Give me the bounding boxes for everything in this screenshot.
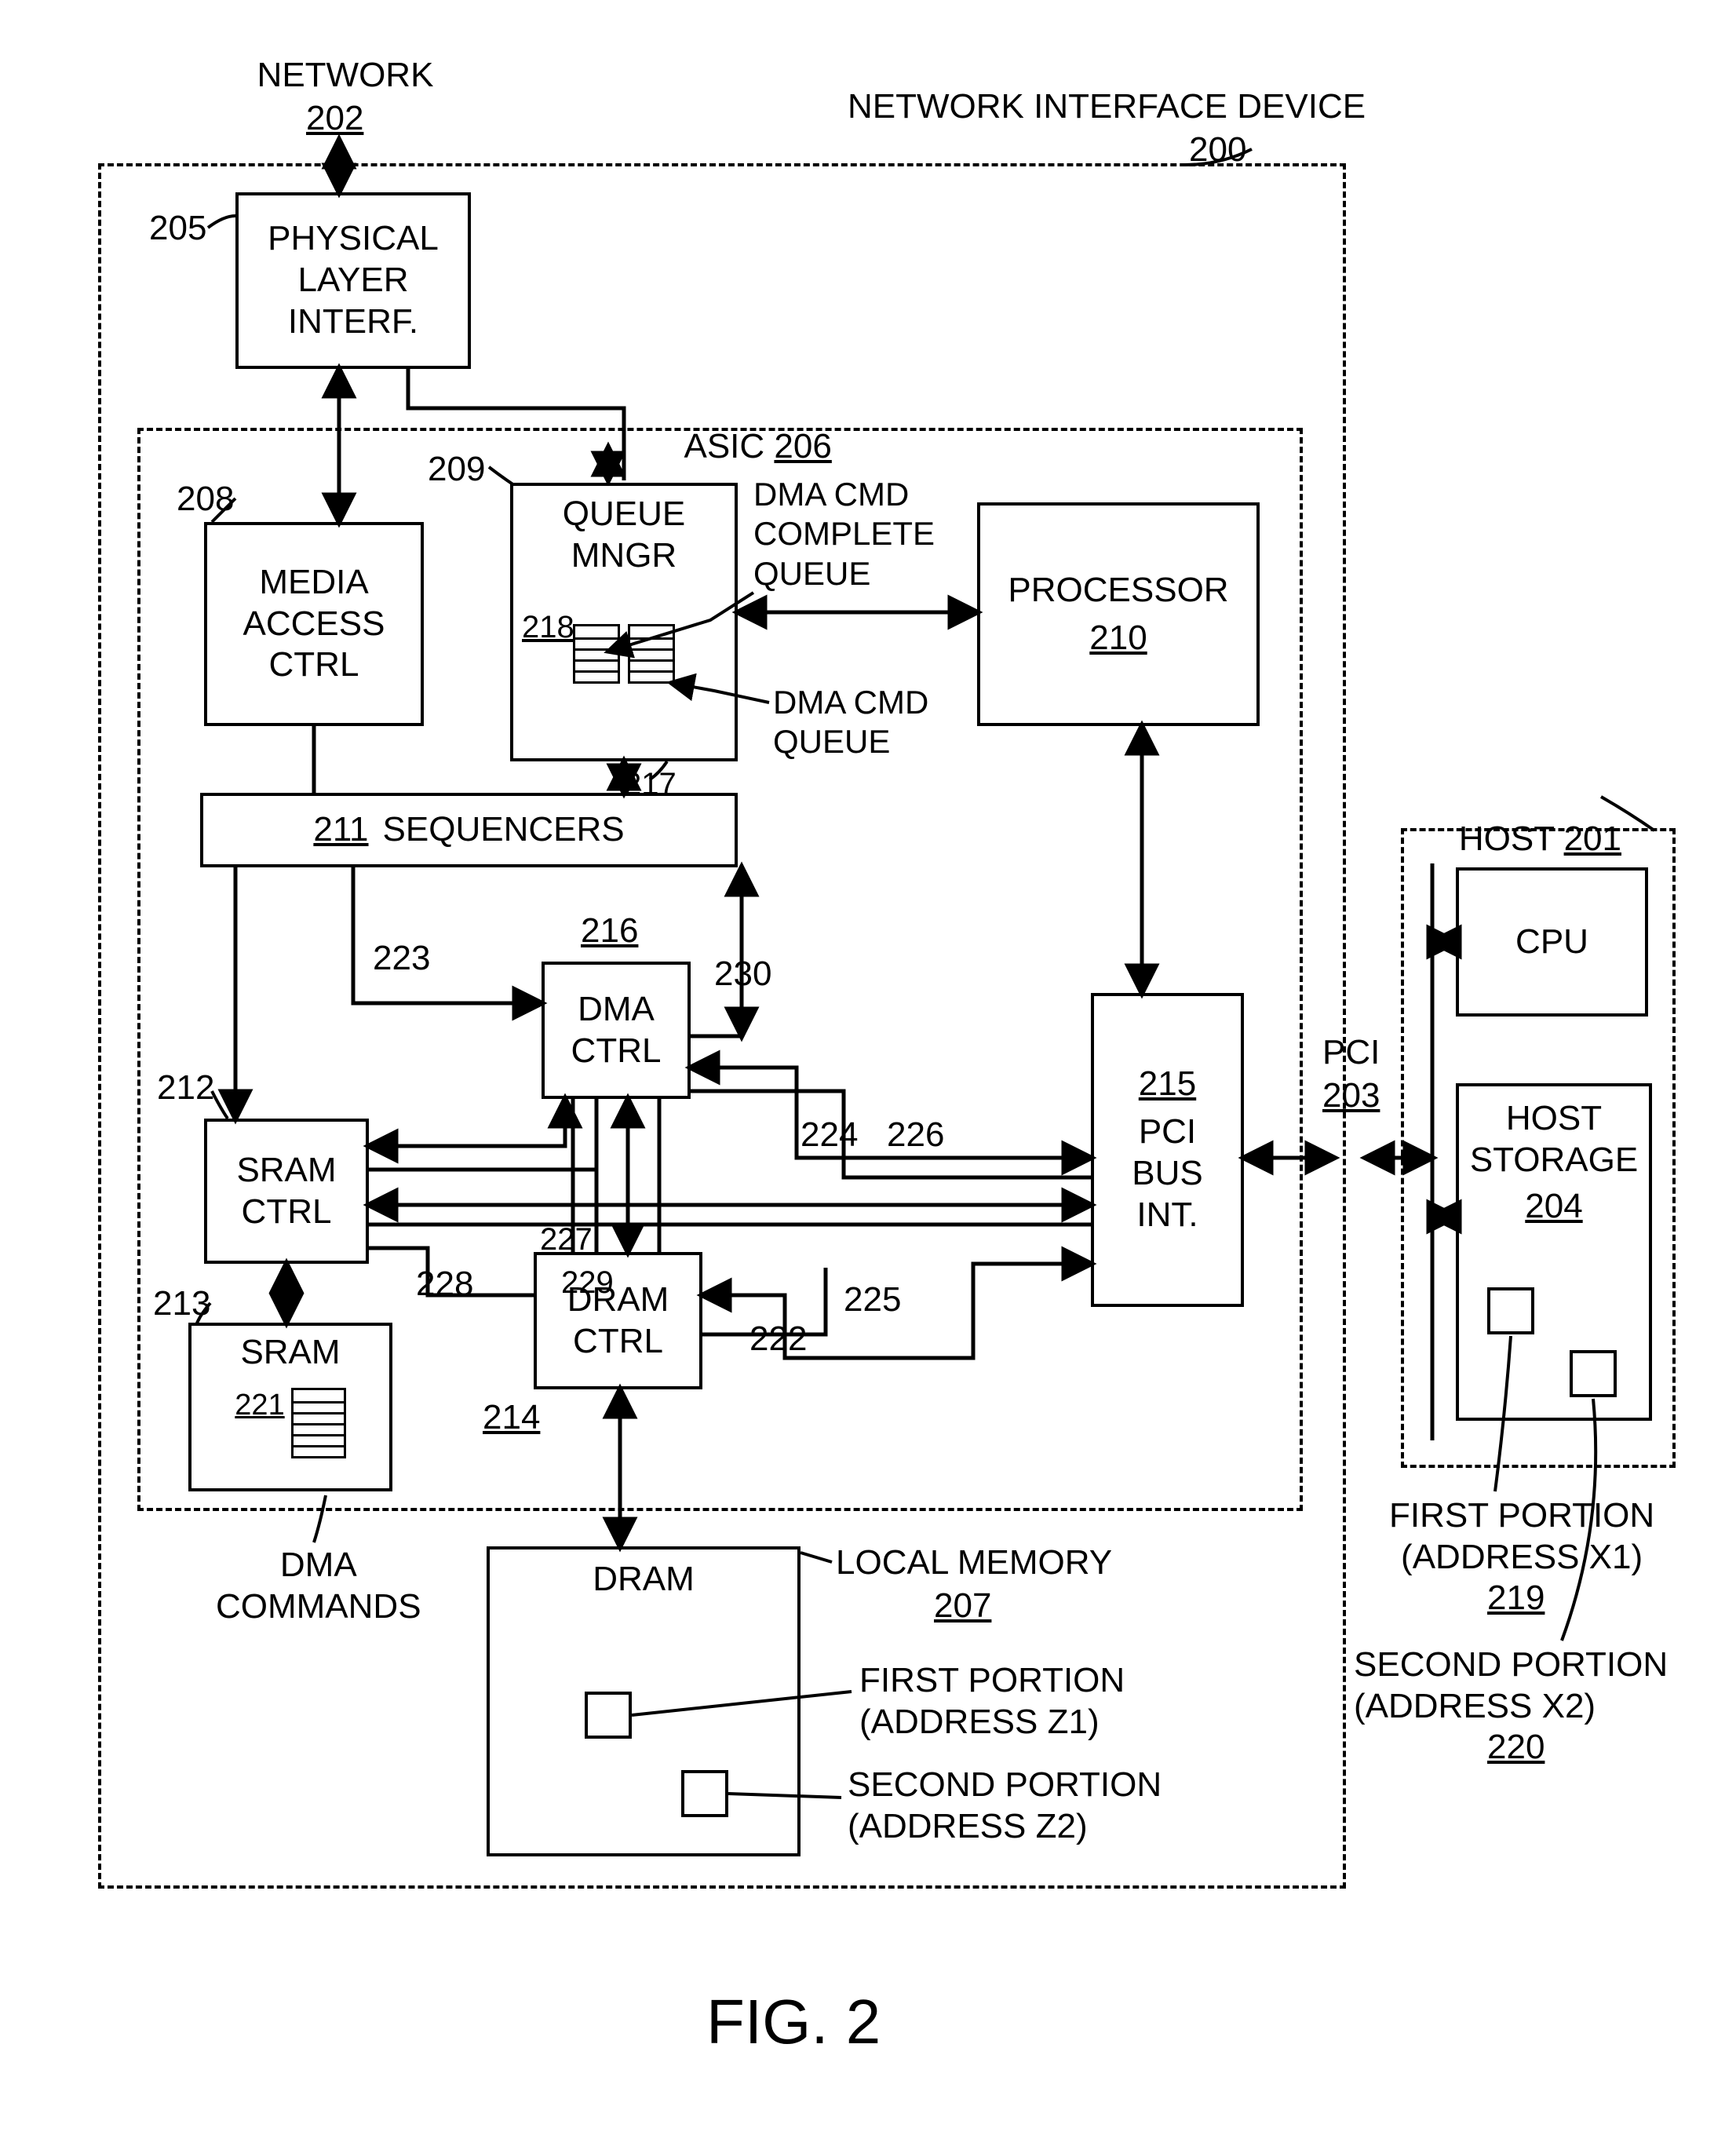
diagram-canvas: NETWORK 202 NETWORK INTERFACE DEVICE 200… (0, 0, 1736, 2139)
figure-label: FIG. 2 (706, 1986, 881, 2058)
wiring (0, 0, 1736, 2139)
